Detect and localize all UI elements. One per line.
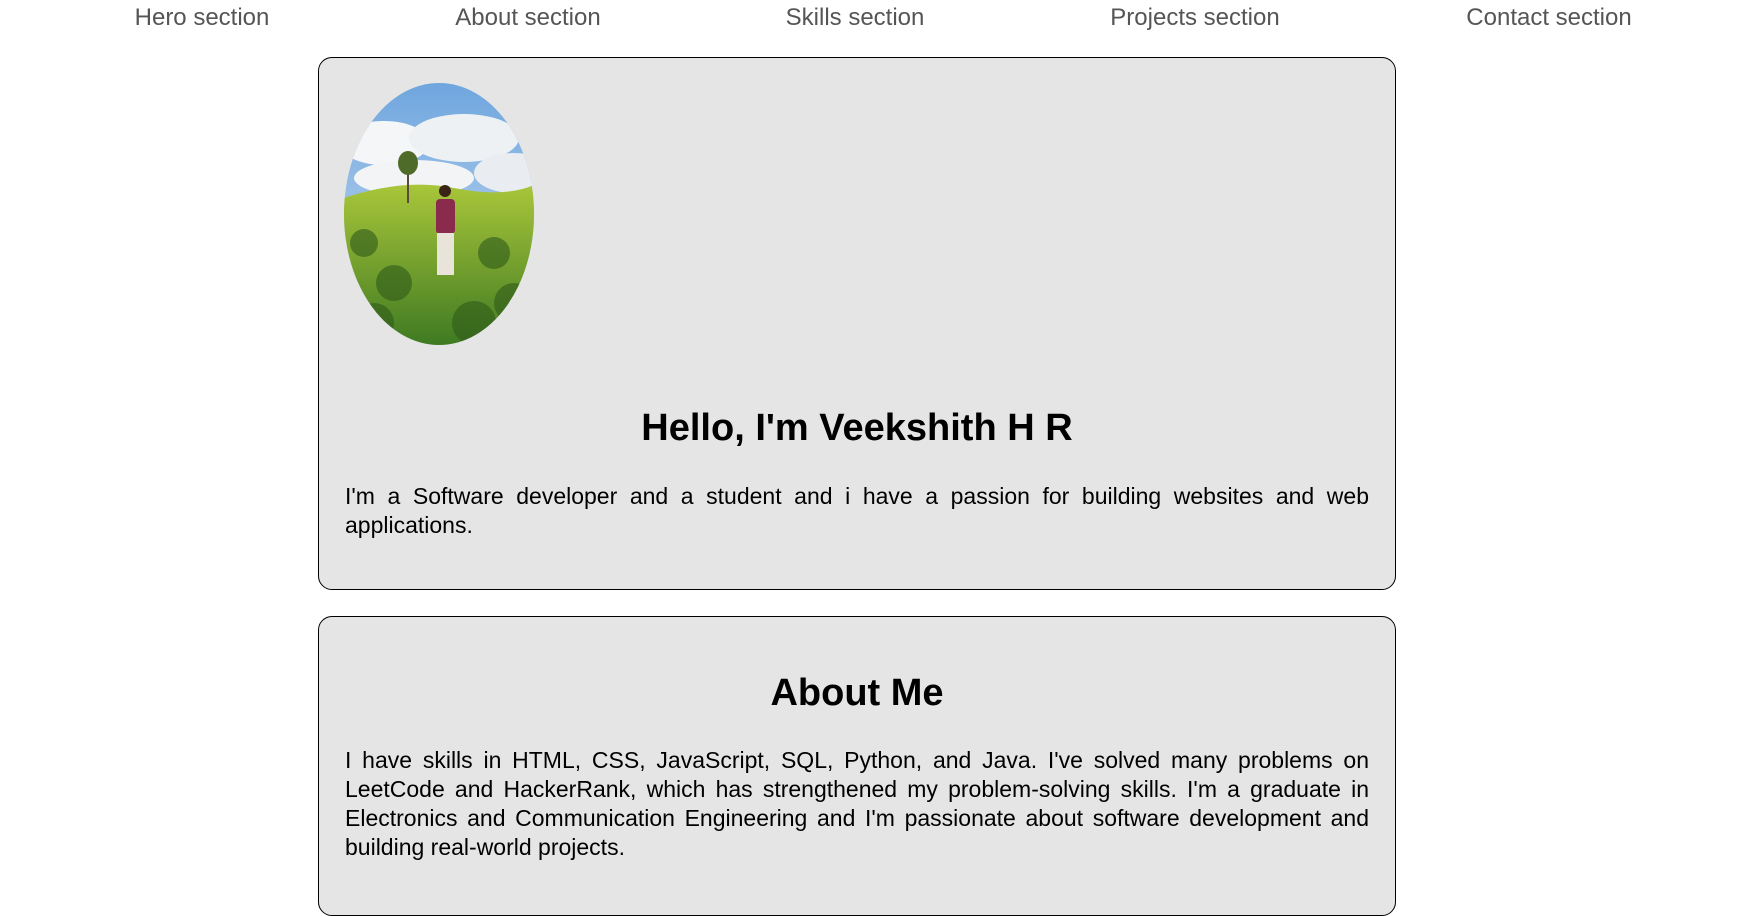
top-navigation: Hero section About section Skills sectio…	[0, 0, 1758, 40]
hero-description: I'm a Software developer and a student a…	[345, 483, 1369, 538]
nav-link-projects[interactable]: Projects section	[1110, 4, 1279, 32]
profile-photo	[344, 83, 534, 345]
nav-link-hero[interactable]: Hero section	[135, 4, 270, 32]
about-title: About Me	[770, 672, 944, 714]
about-section: About Me I have skills in HTML, CSS, Jav…	[318, 616, 1396, 916]
profile-photo-image	[344, 83, 534, 345]
nav-link-contact[interactable]: Contact section	[1466, 4, 1631, 32]
hero-title: Hello, I'm Veekshith H R	[641, 407, 1073, 449]
about-description: I have skills in HTML, CSS, JavaScript, …	[345, 747, 1369, 860]
nav-link-about[interactable]: About section	[455, 4, 600, 32]
hero-section: Hello, I'm Veekshith H R I'm a Software …	[318, 57, 1396, 590]
nav-link-skills[interactable]: Skills section	[786, 4, 925, 32]
